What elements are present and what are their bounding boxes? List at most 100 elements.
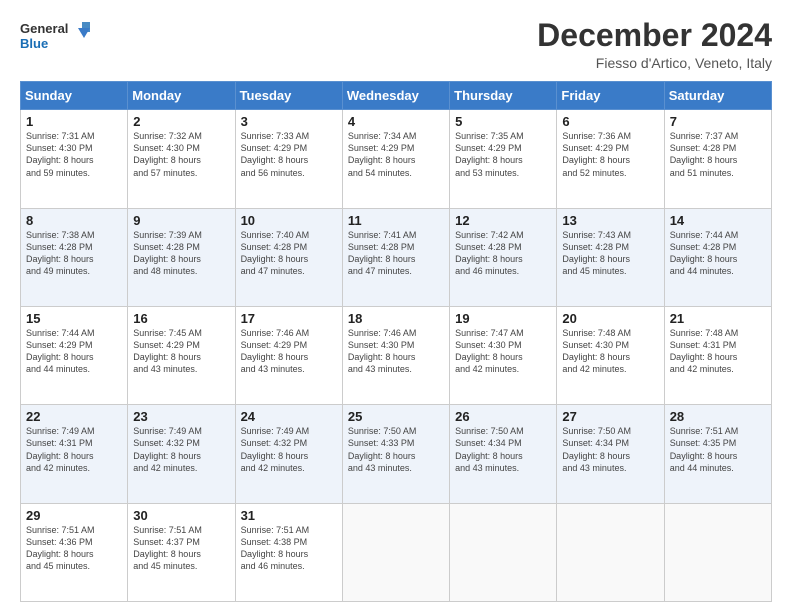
- calendar-header-row: SundayMondayTuesdayWednesdayThursdayFrid…: [21, 82, 772, 110]
- day-number: 19: [455, 311, 551, 326]
- day-info: Sunrise: 7:37 AM Sunset: 4:28 PM Dayligh…: [670, 130, 766, 179]
- calendar-cell: 26Sunrise: 7:50 AM Sunset: 4:34 PM Dayli…: [450, 405, 557, 503]
- day-info: Sunrise: 7:45 AM Sunset: 4:29 PM Dayligh…: [133, 327, 229, 376]
- day-number: 11: [348, 213, 444, 228]
- day-info: Sunrise: 7:46 AM Sunset: 4:30 PM Dayligh…: [348, 327, 444, 376]
- calendar-cell: 1Sunrise: 7:31 AM Sunset: 4:30 PM Daylig…: [21, 110, 128, 208]
- calendar-cell: 17Sunrise: 7:46 AM Sunset: 4:29 PM Dayli…: [235, 306, 342, 404]
- calendar-cell: 8Sunrise: 7:38 AM Sunset: 4:28 PM Daylig…: [21, 208, 128, 306]
- calendar-cell: [557, 503, 664, 601]
- day-info: Sunrise: 7:44 AM Sunset: 4:29 PM Dayligh…: [26, 327, 122, 376]
- header-thursday: Thursday: [450, 82, 557, 110]
- calendar-cell: 7Sunrise: 7:37 AM Sunset: 4:28 PM Daylig…: [664, 110, 771, 208]
- day-number: 10: [241, 213, 337, 228]
- day-number: 26: [455, 409, 551, 424]
- day-number: 1: [26, 114, 122, 129]
- day-number: 21: [670, 311, 766, 326]
- header: General Blue December 2024 Fiesso d'Arti…: [20, 18, 772, 71]
- day-number: 4: [348, 114, 444, 129]
- calendar-cell: 14Sunrise: 7:44 AM Sunset: 4:28 PM Dayli…: [664, 208, 771, 306]
- week-row-5: 29Sunrise: 7:51 AM Sunset: 4:36 PM Dayli…: [21, 503, 772, 601]
- day-info: Sunrise: 7:51 AM Sunset: 4:38 PM Dayligh…: [241, 524, 337, 573]
- day-info: Sunrise: 7:51 AM Sunset: 4:36 PM Dayligh…: [26, 524, 122, 573]
- calendar-cell: 11Sunrise: 7:41 AM Sunset: 4:28 PM Dayli…: [342, 208, 449, 306]
- day-number: 27: [562, 409, 658, 424]
- calendar-cell: 2Sunrise: 7:32 AM Sunset: 4:30 PM Daylig…: [128, 110, 235, 208]
- calendar-cell: 9Sunrise: 7:39 AM Sunset: 4:28 PM Daylig…: [128, 208, 235, 306]
- day-info: Sunrise: 7:49 AM Sunset: 4:32 PM Dayligh…: [133, 425, 229, 474]
- calendar-cell: 24Sunrise: 7:49 AM Sunset: 4:32 PM Dayli…: [235, 405, 342, 503]
- calendar-cell: 5Sunrise: 7:35 AM Sunset: 4:29 PM Daylig…: [450, 110, 557, 208]
- day-number: 2: [133, 114, 229, 129]
- subtitle: Fiesso d'Artico, Veneto, Italy: [537, 55, 772, 71]
- header-tuesday: Tuesday: [235, 82, 342, 110]
- calendar-cell: 29Sunrise: 7:51 AM Sunset: 4:36 PM Dayli…: [21, 503, 128, 601]
- calendar-cell: [450, 503, 557, 601]
- week-row-1: 1Sunrise: 7:31 AM Sunset: 4:30 PM Daylig…: [21, 110, 772, 208]
- day-number: 6: [562, 114, 658, 129]
- day-info: Sunrise: 7:35 AM Sunset: 4:29 PM Dayligh…: [455, 130, 551, 179]
- calendar-cell: 28Sunrise: 7:51 AM Sunset: 4:35 PM Dayli…: [664, 405, 771, 503]
- svg-text:General: General: [20, 21, 68, 36]
- calendar-cell: 27Sunrise: 7:50 AM Sunset: 4:34 PM Dayli…: [557, 405, 664, 503]
- day-number: 17: [241, 311, 337, 326]
- calendar-cell: 18Sunrise: 7:46 AM Sunset: 4:30 PM Dayli…: [342, 306, 449, 404]
- day-number: 8: [26, 213, 122, 228]
- day-number: 18: [348, 311, 444, 326]
- month-title: December 2024: [537, 18, 772, 53]
- calendar-table: SundayMondayTuesdayWednesdayThursdayFrid…: [20, 81, 772, 602]
- day-number: 25: [348, 409, 444, 424]
- day-number: 9: [133, 213, 229, 228]
- day-number: 22: [26, 409, 122, 424]
- calendar-cell: 25Sunrise: 7:50 AM Sunset: 4:33 PM Dayli…: [342, 405, 449, 503]
- day-number: 30: [133, 508, 229, 523]
- day-number: 3: [241, 114, 337, 129]
- day-number: 14: [670, 213, 766, 228]
- day-info: Sunrise: 7:51 AM Sunset: 4:37 PM Dayligh…: [133, 524, 229, 573]
- calendar-cell: 15Sunrise: 7:44 AM Sunset: 4:29 PM Dayli…: [21, 306, 128, 404]
- calendar-cell: 16Sunrise: 7:45 AM Sunset: 4:29 PM Dayli…: [128, 306, 235, 404]
- calendar-cell: 4Sunrise: 7:34 AM Sunset: 4:29 PM Daylig…: [342, 110, 449, 208]
- calendar-cell: 10Sunrise: 7:40 AM Sunset: 4:28 PM Dayli…: [235, 208, 342, 306]
- calendar-cell: 6Sunrise: 7:36 AM Sunset: 4:29 PM Daylig…: [557, 110, 664, 208]
- day-info: Sunrise: 7:43 AM Sunset: 4:28 PM Dayligh…: [562, 229, 658, 278]
- calendar-cell: 23Sunrise: 7:49 AM Sunset: 4:32 PM Dayli…: [128, 405, 235, 503]
- day-info: Sunrise: 7:50 AM Sunset: 4:33 PM Dayligh…: [348, 425, 444, 474]
- day-number: 28: [670, 409, 766, 424]
- header-saturday: Saturday: [664, 82, 771, 110]
- header-monday: Monday: [128, 82, 235, 110]
- day-info: Sunrise: 7:32 AM Sunset: 4:30 PM Dayligh…: [133, 130, 229, 179]
- title-block: December 2024 Fiesso d'Artico, Veneto, I…: [537, 18, 772, 71]
- calendar-cell: 22Sunrise: 7:49 AM Sunset: 4:31 PM Dayli…: [21, 405, 128, 503]
- week-row-3: 15Sunrise: 7:44 AM Sunset: 4:29 PM Dayli…: [21, 306, 772, 404]
- day-info: Sunrise: 7:46 AM Sunset: 4:29 PM Dayligh…: [241, 327, 337, 376]
- calendar-cell: 19Sunrise: 7:47 AM Sunset: 4:30 PM Dayli…: [450, 306, 557, 404]
- day-info: Sunrise: 7:48 AM Sunset: 4:30 PM Dayligh…: [562, 327, 658, 376]
- day-number: 5: [455, 114, 551, 129]
- day-info: Sunrise: 7:49 AM Sunset: 4:31 PM Dayligh…: [26, 425, 122, 474]
- logo: General Blue: [20, 18, 90, 56]
- day-number: 20: [562, 311, 658, 326]
- day-info: Sunrise: 7:38 AM Sunset: 4:28 PM Dayligh…: [26, 229, 122, 278]
- day-info: Sunrise: 7:51 AM Sunset: 4:35 PM Dayligh…: [670, 425, 766, 474]
- day-info: Sunrise: 7:50 AM Sunset: 4:34 PM Dayligh…: [455, 425, 551, 474]
- day-info: Sunrise: 7:41 AM Sunset: 4:28 PM Dayligh…: [348, 229, 444, 278]
- day-info: Sunrise: 7:48 AM Sunset: 4:31 PM Dayligh…: [670, 327, 766, 376]
- day-info: Sunrise: 7:50 AM Sunset: 4:34 PM Dayligh…: [562, 425, 658, 474]
- calendar-cell: 20Sunrise: 7:48 AM Sunset: 4:30 PM Dayli…: [557, 306, 664, 404]
- calendar-cell: 3Sunrise: 7:33 AM Sunset: 4:29 PM Daylig…: [235, 110, 342, 208]
- logo-svg: General Blue: [20, 18, 90, 56]
- day-number: 31: [241, 508, 337, 523]
- calendar-cell: 12Sunrise: 7:42 AM Sunset: 4:28 PM Dayli…: [450, 208, 557, 306]
- calendar-cell: 30Sunrise: 7:51 AM Sunset: 4:37 PM Dayli…: [128, 503, 235, 601]
- day-info: Sunrise: 7:33 AM Sunset: 4:29 PM Dayligh…: [241, 130, 337, 179]
- calendar-cell: 31Sunrise: 7:51 AM Sunset: 4:38 PM Dayli…: [235, 503, 342, 601]
- day-number: 15: [26, 311, 122, 326]
- calendar-cell: 21Sunrise: 7:48 AM Sunset: 4:31 PM Dayli…: [664, 306, 771, 404]
- day-info: Sunrise: 7:39 AM Sunset: 4:28 PM Dayligh…: [133, 229, 229, 278]
- day-info: Sunrise: 7:44 AM Sunset: 4:28 PM Dayligh…: [670, 229, 766, 278]
- day-number: 23: [133, 409, 229, 424]
- day-number: 29: [26, 508, 122, 523]
- day-info: Sunrise: 7:42 AM Sunset: 4:28 PM Dayligh…: [455, 229, 551, 278]
- week-row-4: 22Sunrise: 7:49 AM Sunset: 4:31 PM Dayli…: [21, 405, 772, 503]
